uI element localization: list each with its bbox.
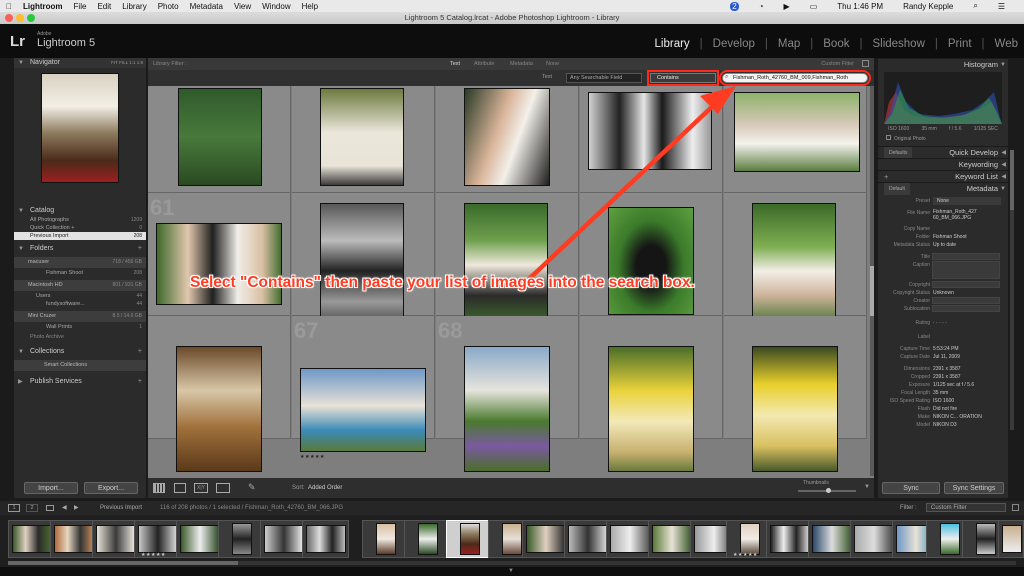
annotation-text: Select "Contains" then paste your list o… bbox=[190, 274, 695, 291]
annotation-arrow-head bbox=[700, 86, 736, 114]
annotation-arrow-line bbox=[527, 101, 718, 281]
